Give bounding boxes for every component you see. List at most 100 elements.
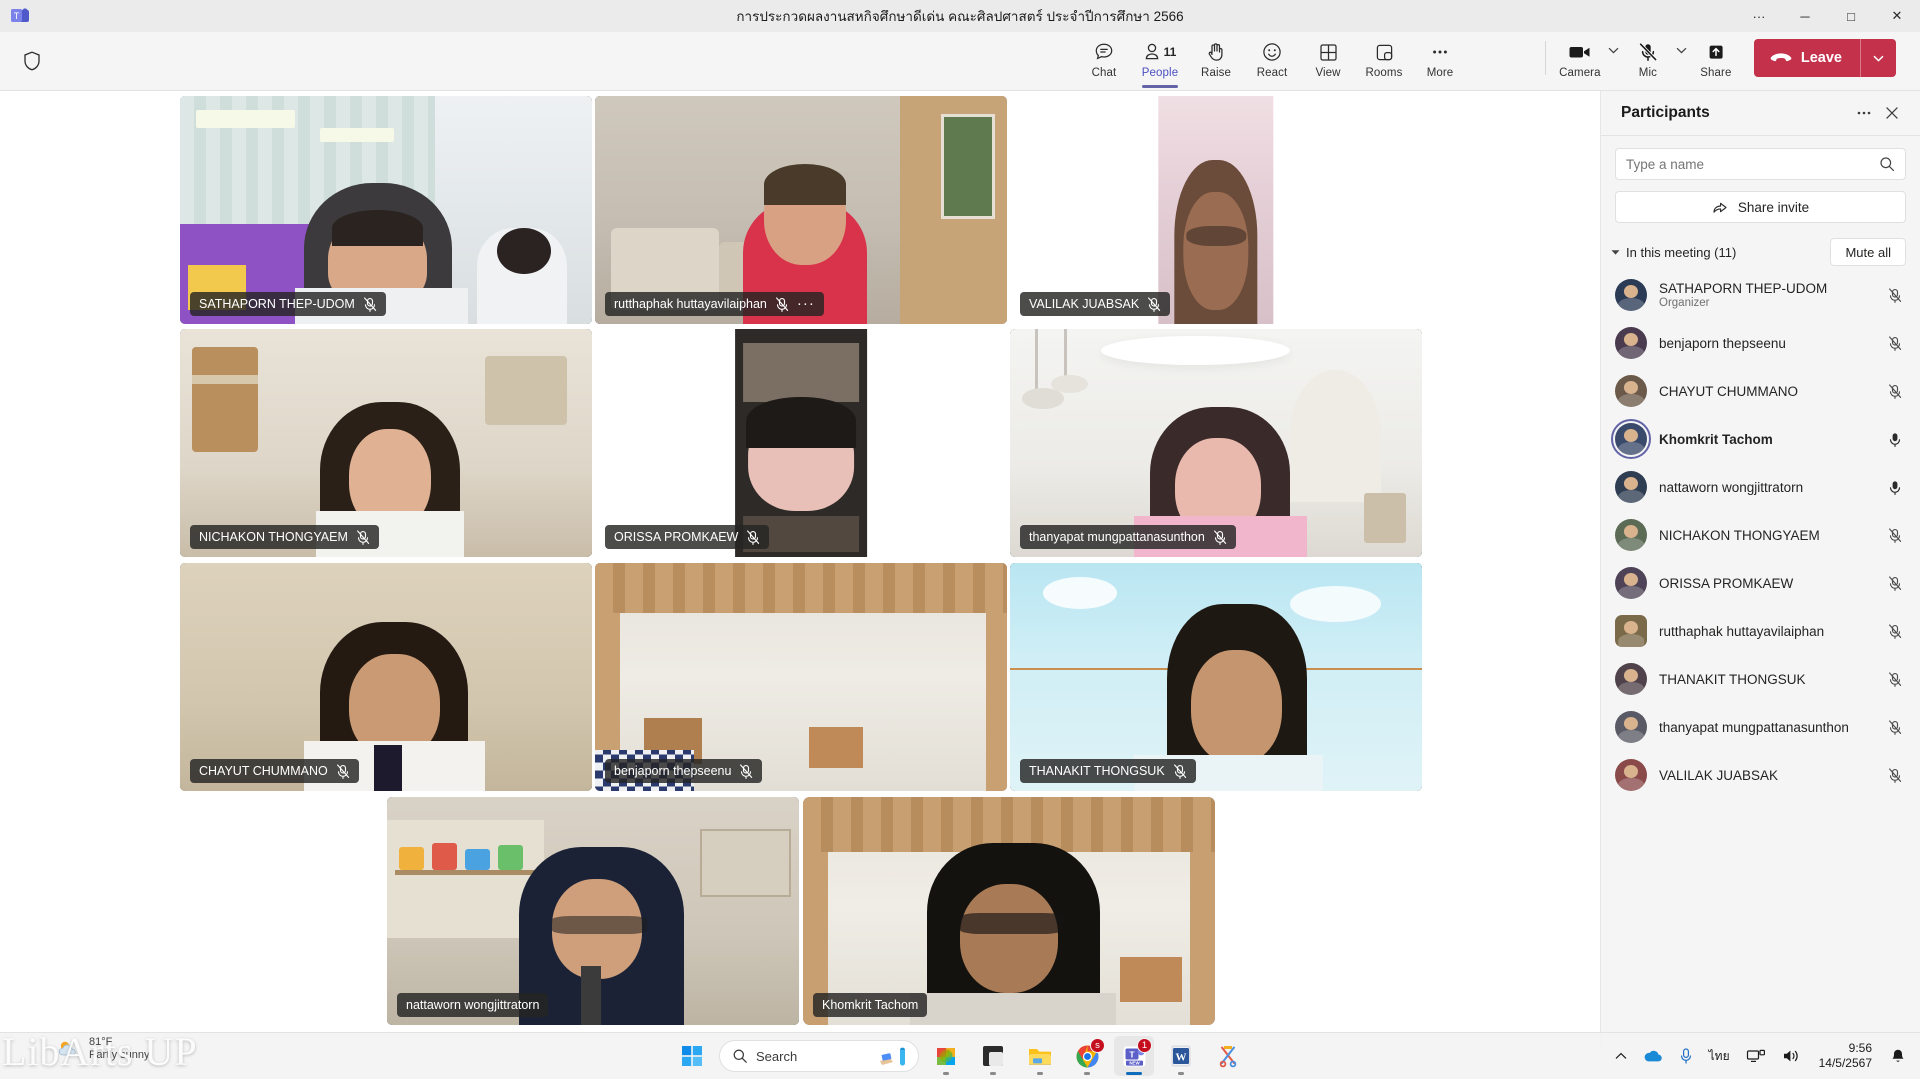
mic-off-icon[interactable]: [1886, 527, 1904, 543]
panel-close-icon[interactable]: [1878, 99, 1906, 127]
mic-off-icon[interactable]: [1886, 767, 1904, 783]
mic-off-icon: [1213, 529, 1227, 545]
network-icon[interactable]: [1740, 1038, 1772, 1074]
participant-row[interactable]: nattaworn wongjittratorn: [1601, 463, 1920, 511]
participant-row[interactable]: benjaporn thepseenu: [1601, 319, 1920, 367]
toolbar-react-button[interactable]: React: [1244, 35, 1300, 86]
mic-off-icon[interactable]: [1886, 575, 1904, 591]
weather-condition: Partly sunny: [89, 1049, 150, 1061]
mic-off-icon[interactable]: [1886, 671, 1904, 687]
video-tile[interactable]: VALILAK JUABSAK: [1010, 96, 1422, 324]
tile-more-ellipsis-icon[interactable]: ···: [797, 296, 815, 311]
video-tile[interactable]: nattaworn wongjittratorn: [387, 797, 799, 1025]
share-invite-button[interactable]: Share invite: [1615, 191, 1906, 223]
tray-language-indicator[interactable]: ไทย: [1703, 1038, 1736, 1074]
mic-toggle-button[interactable]: Mic: [1624, 35, 1672, 79]
panel-more-ellipsis-icon[interactable]: [1850, 99, 1878, 127]
mic-options-chevron-down-icon[interactable]: [1672, 35, 1692, 54]
mic-off-icon: [739, 763, 753, 779]
toolbar-chat-button[interactable]: Chat: [1076, 35, 1132, 86]
toolbar-more-button[interactable]: More: [1412, 35, 1468, 86]
mic-off-icon[interactable]: [1886, 287, 1904, 303]
taskbar-app-file-explorer[interactable]: [1020, 1036, 1060, 1076]
tray-chevron-up-icon[interactable]: [1609, 1038, 1633, 1074]
window-maximize-button[interactable]: □: [1828, 0, 1874, 32]
video-tile[interactable]: NICHAKON THONGYAEM: [180, 329, 592, 557]
taskbar-app-snipping-tool[interactable]: [1208, 1036, 1248, 1076]
tile-name-badge: CHAYUT CHUMMANO: [190, 759, 359, 783]
taskbar-app-microsoft-365[interactable]: [926, 1036, 966, 1076]
section-collapse-caret-icon[interactable]: [1611, 249, 1620, 256]
video-tile[interactable]: THANAKIT THONGSUK: [1010, 563, 1422, 791]
share-screen-button[interactable]: Share: [1692, 35, 1740, 79]
svg-text:W: W: [1176, 1051, 1187, 1063]
participant-name: VALILAK JUABSAK: [1659, 767, 1779, 783]
participant-row[interactable]: VALILAK JUABSAK: [1601, 751, 1920, 799]
mic-off-icon: [336, 763, 350, 779]
taskbar-search-box[interactable]: Search: [719, 1040, 919, 1072]
mic-off-icon[interactable]: [1886, 335, 1904, 351]
leave-options-chevron-down-icon[interactable]: [1861, 55, 1896, 62]
avatar: [1615, 663, 1647, 695]
taskbar-app-microsoft-teams[interactable]: T NEW 1: [1114, 1036, 1154, 1076]
participant-row[interactable]: rutthaphak huttayavilaiphan: [1601, 607, 1920, 655]
video-tile[interactable]: SATHAPORN THEP-UDOM: [180, 96, 592, 324]
participant-row[interactable]: Khomkrit Tachom: [1601, 415, 1920, 463]
tray-mic-icon[interactable]: [1673, 1038, 1699, 1074]
window-minimize-button[interactable]: ─: [1782, 0, 1828, 32]
in-this-meeting-row[interactable]: In this meeting (11) Mute all: [1601, 237, 1920, 267]
camera-toggle-button[interactable]: Camera: [1556, 35, 1604, 79]
shield-icon[interactable]: [16, 45, 48, 77]
mic-off-icon[interactable]: [1886, 623, 1904, 639]
video-feed: [1010, 96, 1422, 324]
taskbar-weather-widget[interactable]: 81°F Partly sunny: [56, 1036, 150, 1062]
participant-name: CHAYUT CHUMMANO: [1659, 383, 1799, 399]
search-input[interactable]: [1626, 156, 1879, 172]
toolbar-raise-label: Raise: [1201, 67, 1231, 79]
toolbar-raise-button[interactable]: Raise: [1188, 35, 1244, 86]
taskbar-app-microsoft-word[interactable]: W: [1161, 1036, 1201, 1076]
participant-search-box[interactable]: [1615, 148, 1906, 180]
taskbar-clock[interactable]: 9:56 14/5/2567: [1811, 1041, 1880, 1071]
app-badge: 1: [1137, 1038, 1152, 1053]
participant-row[interactable]: CHAYUT CHUMMANO: [1601, 367, 1920, 415]
taskbar-app-app-dark[interactable]: [973, 1036, 1013, 1076]
video-tile[interactable]: CHAYUT CHUMMANO: [180, 563, 592, 791]
participant-text: VALILAK JUABSAK: [1659, 768, 1886, 783]
onedrive-icon[interactable]: [1637, 1038, 1669, 1074]
participant-row[interactable]: THANAKIT THONGSUK: [1601, 655, 1920, 703]
mute-all-button[interactable]: Mute all: [1830, 238, 1906, 266]
video-tile[interactable]: Khomkrit Tachom: [803, 797, 1215, 1025]
participant-row[interactable]: thanyapat mungpattanasunthon: [1601, 703, 1920, 751]
leave-meeting-button[interactable]: Leave: [1753, 39, 1896, 77]
toolbar-view-button[interactable]: View: [1300, 35, 1356, 86]
avatar: [1615, 711, 1647, 743]
app-badge: s: [1090, 1038, 1105, 1053]
participant-text: rutthaphak huttayavilaiphan: [1659, 624, 1886, 639]
volume-icon[interactable]: [1776, 1038, 1807, 1074]
participant-name: SATHAPORN THEP-UDOM: [1659, 281, 1828, 296]
leave-main[interactable]: Leave: [1754, 39, 1861, 77]
participants-panel-header: Participants: [1601, 91, 1920, 135]
participant-row[interactable]: SATHAPORN THEP-UDOM Organizer: [1601, 271, 1920, 319]
windows-start-icon[interactable]: [672, 1036, 712, 1076]
participant-row[interactable]: ORISSA PROMKAEW: [1601, 559, 1920, 607]
taskbar-app-google-chrome[interactable]: s: [1067, 1036, 1107, 1076]
mic-off-icon[interactable]: [1886, 719, 1904, 735]
mic-off-icon[interactable]: [1886, 383, 1904, 399]
video-tile[interactable]: ORISSA PROMKAEW: [595, 329, 1007, 557]
clock-time: 9:56: [1848, 1041, 1872, 1055]
clock-date: 14/5/2567: [1818, 1056, 1872, 1070]
video-tile[interactable]: benjaporn thepseenu: [595, 563, 1007, 791]
participant-row[interactable]: NICHAKON THONGYAEM: [1601, 511, 1920, 559]
toolbar-rooms-button[interactable]: Rooms: [1356, 35, 1412, 86]
mic-on-icon[interactable]: [1886, 432, 1904, 447]
window-more-button[interactable]: ···: [1736, 0, 1782, 32]
window-close-button[interactable]: ✕: [1874, 0, 1920, 32]
video-tile[interactable]: thanyapat mungpattanasunthon: [1010, 329, 1422, 557]
notifications-bell-icon[interactable]: [1884, 1038, 1912, 1074]
mic-on-icon[interactable]: [1886, 480, 1904, 495]
camera-options-chevron-down-icon[interactable]: [1604, 35, 1624, 54]
toolbar-people-button[interactable]: 11 People: [1132, 35, 1188, 88]
video-tile[interactable]: rutthaphak huttayavilaiphan ···: [595, 96, 1007, 324]
